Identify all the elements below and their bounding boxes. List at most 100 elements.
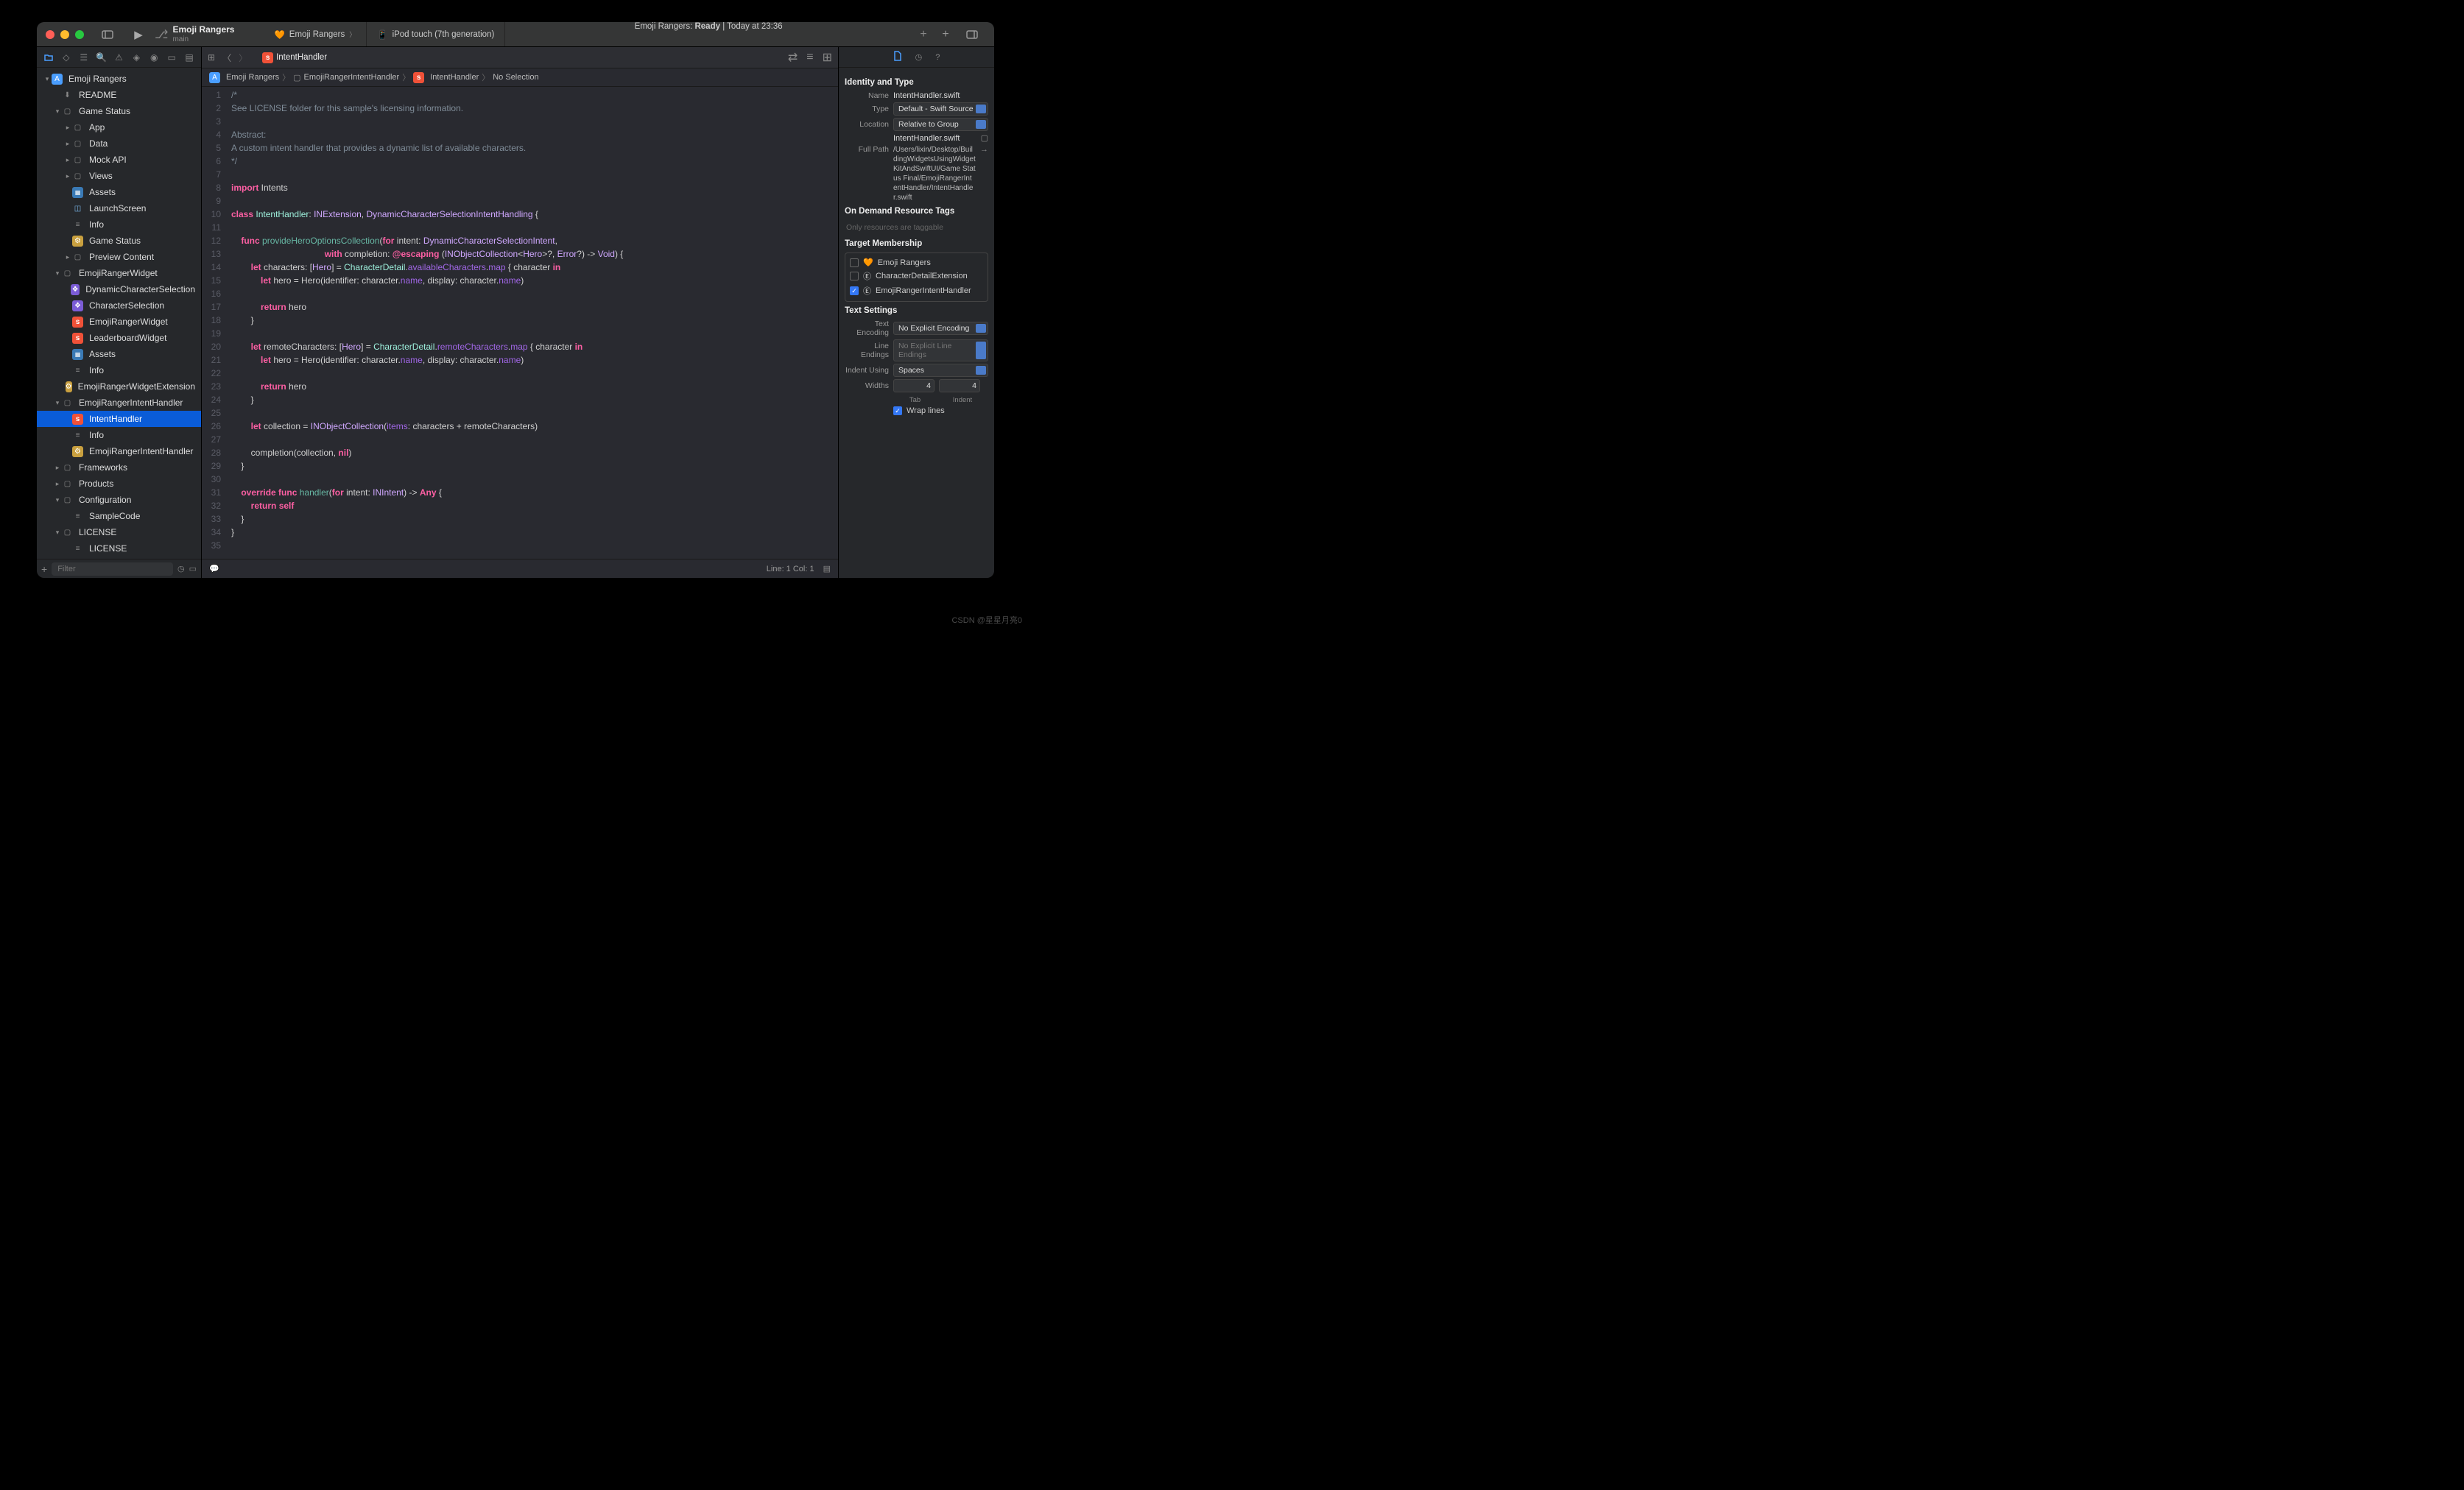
tree-node[interactable]: ▾▢LICENSE bbox=[37, 524, 201, 540]
source-editor[interactable]: 1234567891011121314151617181920212223242… bbox=[202, 87, 838, 559]
tree-node[interactable]: ⚙EmojiRangerWidgetExtension bbox=[37, 378, 201, 395]
file-type-select[interactable]: Default - Swift Source bbox=[893, 102, 988, 116]
library-icon[interactable]: + bbox=[935, 27, 956, 43]
disclosure-icon[interactable]: ▾ bbox=[53, 399, 62, 407]
source-code[interactable]: /* See LICENSE folder for this sample's … bbox=[227, 87, 838, 559]
indent-width-input[interactable] bbox=[939, 379, 980, 392]
tree-node[interactable]: ≡Info bbox=[37, 362, 201, 378]
add-editor-icon[interactable]: ⊞ bbox=[823, 50, 832, 65]
disclosure-icon[interactable]: ▸ bbox=[63, 156, 72, 164]
jump-selection[interactable]: No Selection bbox=[493, 73, 538, 82]
wrap-lines-checkbox[interactable]: ✓ bbox=[893, 406, 902, 415]
tree-node[interactable]: ≡LICENSE bbox=[37, 540, 201, 557]
location-select[interactable]: Relative to Group bbox=[893, 118, 988, 131]
target-membership-row[interactable]: ⒺCharacterDetailExtension bbox=[848, 269, 985, 283]
add-file-button[interactable]: + bbox=[41, 563, 47, 575]
minimap-toggle-icon[interactable]: ▤ bbox=[823, 564, 831, 573]
tab-width-input[interactable] bbox=[893, 379, 934, 392]
project-navigator-tab[interactable] bbox=[41, 50, 56, 65]
jump-project[interactable]: Emoji Rangers bbox=[226, 73, 279, 82]
file-inspector-tab[interactable] bbox=[893, 51, 902, 63]
editor-tab[interactable]: s IntentHandler bbox=[253, 47, 336, 68]
adjust-editor-icon[interactable]: ≡ bbox=[806, 51, 813, 64]
tree-node[interactable]: ▾▢EmojiRangerWidget bbox=[37, 265, 201, 281]
tree-node[interactable]: ▸▢Views bbox=[37, 168, 201, 184]
target-checkbox[interactable]: ✓ bbox=[850, 286, 859, 295]
tree-node[interactable]: ▦Assets bbox=[37, 346, 201, 362]
disclosure-icon[interactable]: ▸ bbox=[53, 464, 62, 472]
tree-node[interactable]: ▾▢Game Status bbox=[37, 103, 201, 119]
tree-node[interactable]: ▸▢Preview Content bbox=[37, 249, 201, 265]
navigator-filter-input[interactable] bbox=[52, 562, 173, 576]
choose-path-icon[interactable]: ▢ bbox=[981, 133, 988, 143]
tree-node[interactable]: ▸▢Frameworks bbox=[37, 459, 201, 476]
scheme-selector[interactable]: ⎇ Emoji Rangers main bbox=[155, 25, 234, 43]
tree-node[interactable]: ▦Assets bbox=[37, 184, 201, 200]
scm-filter-icon[interactable]: ▭ bbox=[189, 564, 197, 573]
jump-folder[interactable]: EmojiRangerIntentHandler bbox=[304, 73, 400, 82]
tree-node[interactable]: ≡SampleCode bbox=[37, 508, 201, 524]
toggle-inspector-icon[interactable] bbox=[962, 27, 982, 43]
target-checkbox[interactable] bbox=[850, 258, 859, 267]
tree-node[interactable]: ▾AEmoji Rangers bbox=[37, 71, 201, 87]
file-name-value[interactable]: IntentHandler.swift bbox=[893, 91, 988, 100]
device-tab[interactable]: 📱 iPod touch (7th generation) bbox=[367, 22, 505, 46]
recent-filter-icon[interactable]: ◷ bbox=[177, 564, 185, 573]
disclosure-icon[interactable]: ▾ bbox=[43, 75, 52, 83]
target-membership-row[interactable]: ✓ⒺEmojiRangerIntentHandler bbox=[848, 283, 985, 298]
breakpoint-navigator-tab[interactable]: ▭ bbox=[164, 50, 179, 65]
related-items-icon[interactable]: ⊞ bbox=[208, 52, 215, 63]
tree-node[interactable]: ❖CharacterSelection bbox=[37, 297, 201, 314]
tree-node[interactable]: ⬇README bbox=[37, 87, 201, 103]
target-checkbox[interactable] bbox=[850, 272, 859, 280]
encoding-select[interactable]: No Explicit Encoding bbox=[893, 322, 988, 335]
run-button[interactable]: ▶ bbox=[128, 27, 149, 43]
disclosure-icon[interactable]: ▸ bbox=[63, 140, 72, 148]
debug-navigator-tab[interactable]: ◉ bbox=[147, 50, 161, 65]
symbol-navigator-tab[interactable]: ☰ bbox=[77, 50, 91, 65]
reveal-path-icon[interactable]: → bbox=[980, 145, 988, 154]
tree-node[interactable]: ≡Info bbox=[37, 216, 201, 233]
disclosure-icon[interactable]: ▸ bbox=[63, 172, 72, 180]
tree-node[interactable]: ⚙EmojiRangerIntentHandler bbox=[37, 443, 201, 459]
history-inspector-tab[interactable]: ◷ bbox=[915, 52, 923, 62]
disclosure-icon[interactable]: ▾ bbox=[53, 269, 62, 278]
disclosure-icon[interactable]: ▸ bbox=[53, 480, 62, 488]
debug-bubble-icon[interactable]: 💬 bbox=[209, 564, 219, 573]
report-navigator-tab[interactable]: ▤ bbox=[182, 50, 197, 65]
issue-navigator-tab[interactable]: ⚠ bbox=[112, 50, 127, 65]
tree-node[interactable]: ▸▢Products bbox=[37, 476, 201, 492]
tree-node[interactable]: sEmojiRangerWidget bbox=[37, 314, 201, 330]
tree-node[interactable]: ≡Info bbox=[37, 427, 201, 443]
source-control-navigator-tab[interactable]: ◇ bbox=[59, 50, 74, 65]
tree-node[interactable]: ◫LaunchScreen bbox=[37, 200, 201, 216]
scheme-tab[interactable]: 🧡 Emoji Rangers 〉 bbox=[264, 22, 367, 46]
tree-node[interactable]: ❖DynamicCharacterSelection bbox=[37, 281, 201, 297]
find-navigator-tab[interactable]: 🔍 bbox=[94, 50, 109, 65]
nav-back-icon[interactable]: 〈 bbox=[222, 52, 231, 64]
tree-node[interactable]: ▸▢App bbox=[37, 119, 201, 135]
jump-bar[interactable]: A Emoji Rangers〉 ▢ EmojiRangerIntentHand… bbox=[202, 68, 838, 87]
compare-icon[interactable]: ⇄ bbox=[788, 50, 798, 65]
toggle-navigator-icon[interactable] bbox=[97, 27, 118, 43]
help-inspector-tab[interactable]: ? bbox=[935, 53, 940, 62]
tree-node[interactable]: sIntentHandler bbox=[37, 411, 201, 427]
indent-using-select[interactable]: Spaces bbox=[893, 364, 988, 377]
target-membership-row[interactable]: 🧡Emoji Rangers bbox=[848, 256, 985, 269]
disclosure-icon[interactable]: ▾ bbox=[53, 496, 62, 504]
disclosure-icon[interactable]: ▾ bbox=[53, 529, 62, 537]
tree-node[interactable]: ⚙Game Status bbox=[37, 233, 201, 249]
tree-node[interactable]: ▸▢Mock API bbox=[37, 152, 201, 168]
tree-node[interactable]: ▾▢EmojiRangerIntentHandler bbox=[37, 395, 201, 411]
tree-node[interactable]: ▾▢Configuration bbox=[37, 492, 201, 508]
close-window[interactable] bbox=[46, 30, 54, 39]
line-endings-select[interactable]: No Explicit Line Endings bbox=[893, 339, 988, 361]
disclosure-icon[interactable]: ▾ bbox=[53, 107, 62, 116]
minimize-window[interactable] bbox=[60, 30, 69, 39]
tree-node[interactable]: ▸▢Data bbox=[37, 135, 201, 152]
tree-node[interactable]: sLeaderboardWidget bbox=[37, 330, 201, 346]
disclosure-icon[interactable]: ▸ bbox=[63, 253, 72, 261]
jump-file[interactable]: IntentHandler bbox=[430, 73, 479, 82]
add-tab-button[interactable]: + bbox=[912, 22, 935, 46]
disclosure-icon[interactable]: ▸ bbox=[63, 124, 72, 132]
